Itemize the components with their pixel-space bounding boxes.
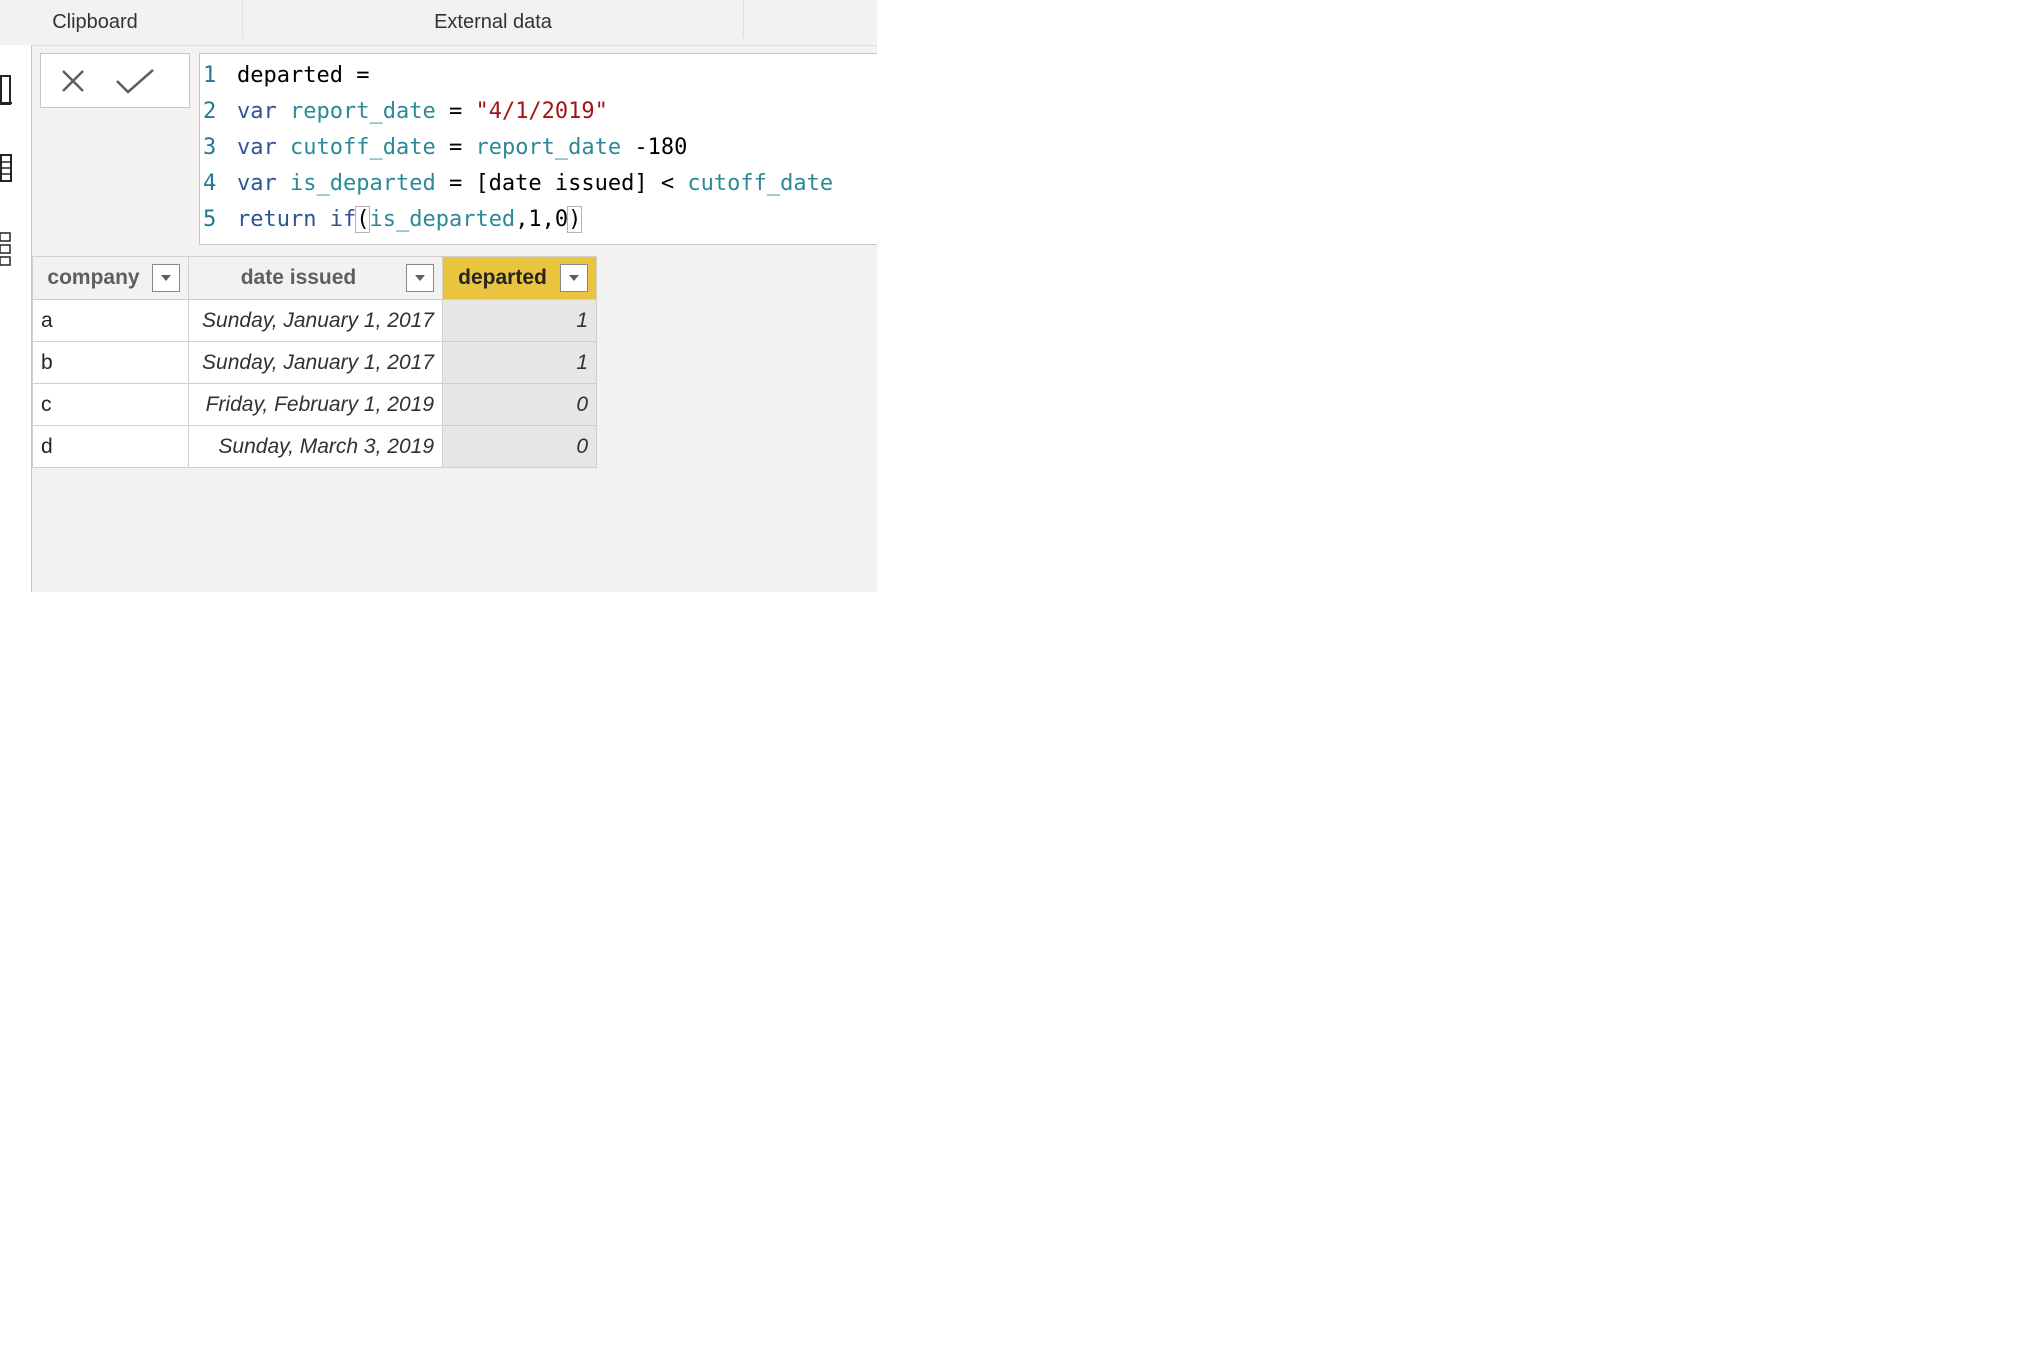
code-token: if: [329, 207, 357, 232]
line-number: 2: [203, 99, 217, 124]
ribbon-group-clipboard[interactable]: Clipboard: [0, 0, 190, 45]
column-filter-button[interactable]: [152, 264, 180, 292]
line-number: 4: [203, 171, 217, 196]
code-token: -180: [621, 135, 688, 160]
cell-departed[interactable]: 0: [442, 383, 597, 426]
code-token: report_date: [290, 99, 436, 124]
report-view-icon[interactable]: [0, 70, 14, 110]
chevron-down-icon: [569, 275, 579, 281]
column-header-label: date issued: [240, 266, 357, 289]
code-token: ): [567, 206, 583, 233]
code-token: var: [237, 99, 277, 124]
table-row[interactable]: c Friday, February 1, 2019 0: [32, 383, 597, 426]
ribbon-group-external-data[interactable]: External data: [243, 0, 743, 45]
code-token: cutoff_date: [687, 171, 834, 196]
line-number: 5: [203, 207, 217, 232]
table-row[interactable]: a Sunday, January 1, 2017 1: [32, 299, 597, 342]
dax-formula-editor[interactable]: 1 departed = 2 var report_date = "4/1/2019"…: [199, 53, 877, 245]
column-header-company[interactable]: company: [32, 256, 189, 300]
ribbon: Clipboard External data: [0, 0, 877, 46]
ribbon-group-label: External data: [434, 11, 552, 33]
formula-line[interactable]: 4 var is_departed = [date issued] < cutof…: [200, 166, 833, 202]
code-token: = [date issued] <: [435, 171, 688, 196]
ribbon-divider: [743, 0, 744, 38]
column-header-departed[interactable]: departed: [442, 256, 597, 300]
view-switcher-rail: [0, 45, 32, 592]
code-token: departed =: [237, 63, 370, 88]
cell-company[interactable]: b: [32, 341, 189, 384]
formula-commit-controls: [40, 53, 190, 108]
column-filter-button[interactable]: [560, 264, 588, 292]
cell-date-issued[interactable]: Sunday, January 1, 2017: [188, 299, 443, 342]
code-token: ,1,0: [515, 207, 569, 232]
code-token: "4/1/2019": [475, 99, 608, 124]
power-bi-window: Clipboard External data 1 departed = 2 v…: [0, 0, 877, 592]
code-token: var: [237, 171, 277, 196]
data-view-icon[interactable]: [0, 148, 14, 188]
code-token: =: [435, 99, 476, 124]
column-filter-button[interactable]: [406, 264, 434, 292]
cell-company[interactable]: a: [32, 299, 189, 342]
checkmark-icon: [116, 69, 154, 94]
cell-departed[interactable]: 1: [442, 341, 597, 384]
formula-line[interactable]: 3 var cutoff_date = report_date -180: [200, 130, 687, 166]
column-header-date-issued[interactable]: date issued: [188, 256, 443, 300]
cancel-formula-button[interactable]: [51, 60, 95, 102]
code-token: return: [237, 207, 317, 232]
line-number: 3: [203, 135, 217, 160]
code-token: is_departed: [290, 171, 436, 196]
cell-departed[interactable]: 1: [442, 299, 597, 342]
data-table: company date issued departed a Sunday, J…: [32, 256, 597, 468]
column-header-label: departed: [458, 266, 547, 289]
table-row[interactable]: d Sunday, March 3, 2019 0: [32, 425, 597, 468]
cell-date-issued[interactable]: Sunday, March 3, 2019: [188, 425, 443, 468]
chevron-down-icon: [415, 275, 425, 281]
code-token: cutoff_date: [290, 135, 436, 160]
line-number: 1: [203, 63, 217, 88]
code-token: (: [355, 206, 371, 233]
close-icon: [62, 70, 84, 92]
cell-company[interactable]: c: [32, 383, 189, 426]
table-header-row: company date issued departed: [32, 256, 597, 300]
formula-line[interactable]: 5 return if(is_departed,1,0): [200, 202, 583, 238]
column-header-label: company: [47, 266, 140, 289]
code-token: is_departed: [369, 207, 516, 232]
code-token: var: [237, 135, 277, 160]
code-token: =: [435, 135, 476, 160]
model-view-icon[interactable]: [0, 228, 14, 268]
chevron-down-icon: [161, 275, 171, 281]
formula-line[interactable]: 2 var report_date = "4/1/2019": [200, 94, 608, 130]
ribbon-group-label: Clipboard: [52, 11, 138, 33]
cell-company[interactable]: d: [32, 425, 189, 468]
cell-departed[interactable]: 0: [442, 425, 597, 468]
commit-formula-button[interactable]: [113, 60, 157, 102]
cell-date-issued[interactable]: Friday, February 1, 2019: [188, 383, 443, 426]
cell-date-issued[interactable]: Sunday, January 1, 2017: [188, 341, 443, 384]
formula-line[interactable]: 1 departed =: [200, 58, 369, 94]
table-row[interactable]: b Sunday, January 1, 2017 1: [32, 341, 597, 384]
code-token: report_date: [475, 135, 622, 160]
